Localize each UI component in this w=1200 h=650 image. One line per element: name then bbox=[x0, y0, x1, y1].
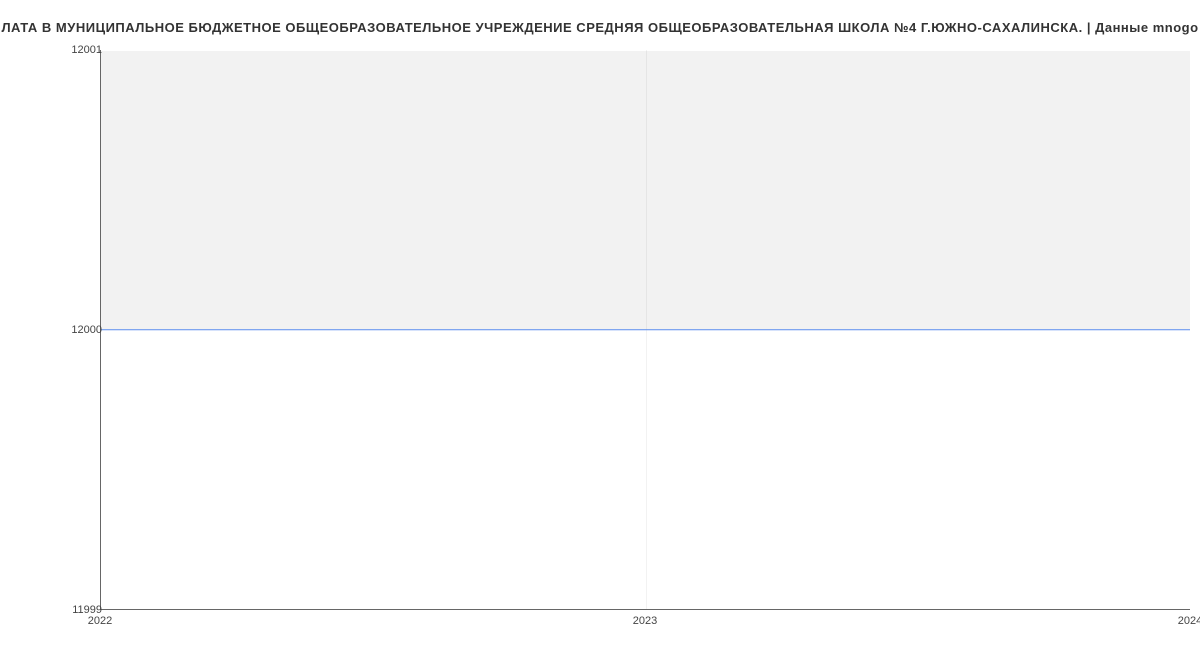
x-tick-label: 2024 bbox=[1178, 615, 1200, 627]
y-tick-label: 12001 bbox=[71, 44, 102, 56]
y-tick-label: 12000 bbox=[71, 324, 102, 336]
chart-plot-area bbox=[100, 50, 1190, 610]
x-tick-label: 2022 bbox=[88, 615, 112, 627]
plot-region bbox=[100, 50, 1190, 610]
chart-title: ЛАТА В МУНИЦИПАЛЬНОЕ БЮДЖЕТНОЕ ОБЩЕОБРАЗ… bbox=[0, 20, 1200, 35]
data-line-series-0 bbox=[101, 329, 1190, 331]
x-tick-label: 2023 bbox=[633, 615, 657, 627]
